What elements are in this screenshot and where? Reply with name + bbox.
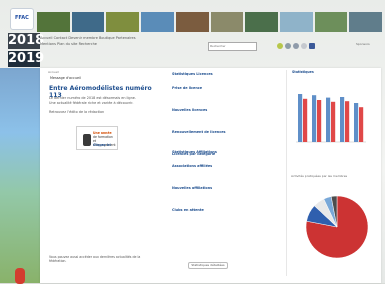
content-column: Accueil Message d'accueil Entre Aéromodé… [48, 70, 163, 280]
stats-item[interactable]: Clubs en attente [172, 208, 217, 212]
stats-section-1: Statistiques Licences Prise de licence N… [172, 72, 226, 156]
parachutist-image [15, 268, 25, 284]
stats-column: Statistiques Licences Prise de licence N… [172, 72, 280, 282]
intro-paragraph: Le dernier numéro de 2018 est désormais … [49, 96, 136, 105]
top-navigation: Accueil Contact Devenir membre Boutique … [40, 36, 310, 46]
logo-text: FFAC [15, 15, 29, 21]
left-rail [0, 68, 40, 284]
page: FFAC 2018 2019 Accueil Contact Devenir m… [0, 0, 385, 284]
social-icon[interactable] [293, 43, 299, 49]
social-icon[interactable] [301, 43, 307, 49]
main-panel: Accueil Message d'accueil Entre Aéromodé… [40, 68, 381, 283]
stats-item[interactable]: Nouvelles affiliations [172, 186, 217, 190]
pie-chart [305, 195, 369, 259]
banner-tile [106, 12, 140, 32]
stats-item[interactable]: Associations affiliées [172, 164, 217, 168]
footer-text: Vous pouvez aussi accéder aux dernières … [49, 255, 141, 263]
bar-3-1 [345, 101, 350, 142]
thumbnail-card[interactable]: Une année de formation et d’engagement C… [76, 126, 118, 150]
pie-chart-block: Activités pratiquées par les membres [291, 174, 374, 268]
social-icon[interactable] [277, 43, 283, 49]
message-label: Message d'accueil [50, 76, 81, 80]
bar-3-0 [340, 97, 345, 142]
header-banner [37, 12, 383, 32]
bar-4-0 [354, 103, 359, 142]
details-button[interactable]: Statistiques détaillées [188, 262, 228, 269]
banner-tile [210, 12, 244, 32]
bar-chart [296, 94, 366, 143]
banner-tile [175, 12, 209, 32]
banner-tile [37, 12, 70, 32]
bar-0-1 [303, 98, 308, 142]
edito-link[interactable]: Retrouvez l’édito de la rédaction [49, 110, 104, 114]
nav-line-1[interactable]: Accueil Contact Devenir membre Boutique … [40, 36, 136, 40]
thumbnail-line-4[interactable]: Cliquez ici [93, 143, 111, 147]
bar-1-0 [312, 95, 317, 142]
facebook-icon[interactable] [309, 43, 315, 49]
banner-tile [279, 12, 313, 32]
banner-tile [314, 12, 348, 32]
stats-section-2: Statistiques Affiliations Associations a… [172, 150, 217, 212]
bar-4-1 [359, 107, 364, 142]
logo[interactable]: FFAC [10, 8, 34, 30]
banner-tile [71, 12, 105, 32]
year-2019-tab[interactable]: 2019 [8, 51, 44, 67]
chart-column: Statistiques Activités pratiquées par le… [286, 70, 376, 276]
bar-2-1 [331, 101, 336, 142]
social-icon[interactable] [285, 43, 291, 49]
breadcrumb[interactable]: Accueil [48, 70, 59, 74]
banner-tile [141, 12, 174, 32]
person-photo [83, 134, 91, 146]
search-input[interactable] [208, 42, 257, 51]
chart-title: Statistiques [292, 70, 314, 74]
bar-0-0 [298, 94, 303, 142]
social-icons [277, 43, 315, 49]
sponsor-label: Sponsors [356, 42, 370, 46]
stats-title-2: Statistiques Affiliations [172, 150, 217, 154]
banner-tile [245, 12, 278, 32]
bar-1-1 [317, 100, 322, 142]
bar-2-0 [326, 97, 331, 142]
year-2018-tab[interactable]: 2018 [8, 33, 44, 49]
nav-line-2[interactable]: Mentions Plan du site Recherche [40, 42, 97, 46]
stats-item[interactable]: Renouvellement de licences [172, 130, 226, 134]
banner-tile [349, 12, 383, 32]
